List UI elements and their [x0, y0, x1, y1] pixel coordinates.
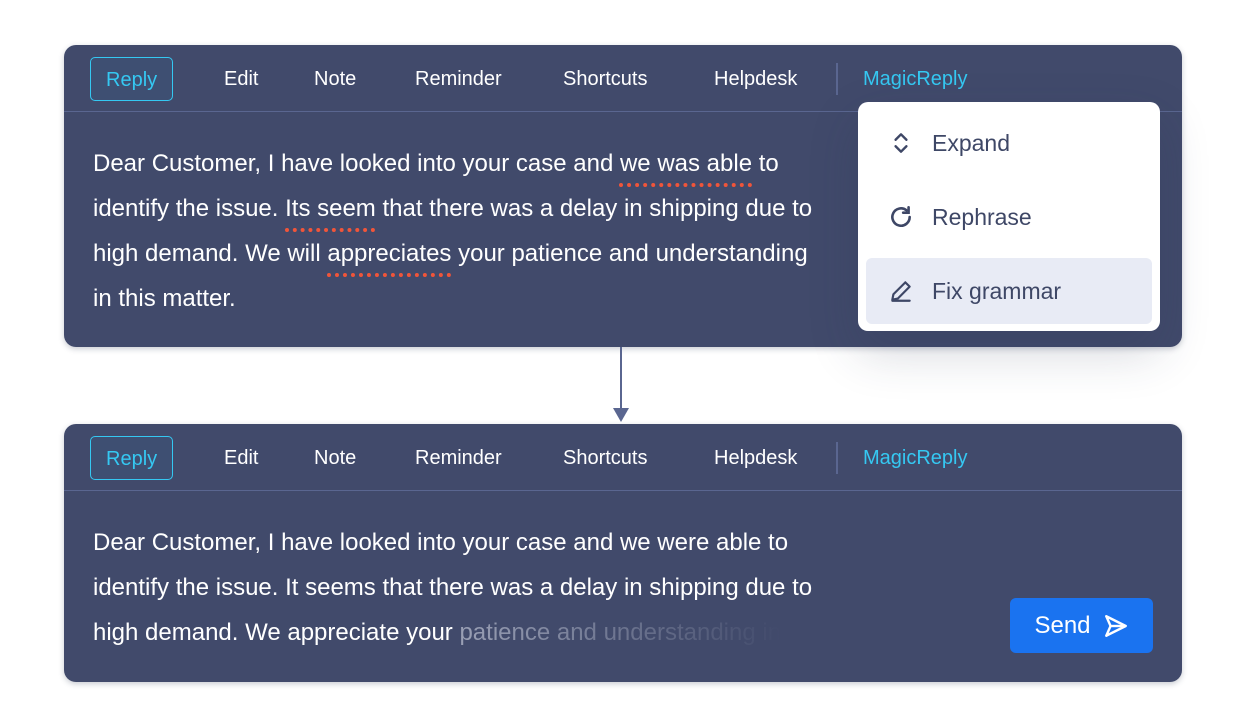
- text: your patience and understanding: [451, 240, 808, 267]
- tab-helpdesk[interactable]: Helpdesk: [714, 436, 797, 480]
- toolbar: Reply Edit Note Reminder Shortcuts Helpd…: [64, 424, 1182, 491]
- arrow-head-icon: [613, 408, 629, 422]
- reply-editor-after: Reply Edit Note Reminder Shortcuts Helpd…: [64, 424, 1182, 682]
- send-label: Send: [1034, 611, 1091, 639]
- flow-arrow: [620, 347, 622, 413]
- tab-reply[interactable]: Reply: [90, 436, 174, 480]
- text: to: [752, 150, 779, 177]
- tab-reply[interactable]: Reply: [90, 57, 174, 101]
- divider: [836, 442, 838, 474]
- grammar-error[interactable]: Its seem: [285, 195, 376, 222]
- text: identify the issue. It seems that there …: [93, 574, 813, 601]
- send-icon: [1104, 614, 1127, 637]
- pencil-icon: [891, 281, 911, 302]
- send-button[interactable]: Send: [1010, 598, 1153, 653]
- message-text[interactable]: Dear Customer, I have looked into your c…: [93, 520, 812, 655]
- tab-helpdesk[interactable]: Helpdesk: [714, 57, 797, 101]
- menu-item-rephrase[interactable]: Rephrase: [866, 184, 1152, 250]
- tab-edit[interactable]: Edit: [224, 436, 258, 480]
- expand-icon: [894, 133, 908, 153]
- tab-shortcuts[interactable]: Shortcuts: [563, 57, 647, 101]
- divider: [836, 63, 838, 95]
- tab-note[interactable]: Note: [314, 57, 356, 101]
- text: high demand. We appreciate your: [93, 619, 460, 646]
- menu-item-fix-grammar[interactable]: Fix grammar: [866, 258, 1152, 324]
- text: that there was a delay in shipping due t…: [375, 195, 813, 222]
- message-text[interactable]: Dear Customer, I have looked into your c…: [93, 141, 812, 321]
- menu-item-label: Rephrase: [932, 203, 1032, 230]
- menu-item-label: Expand: [932, 129, 1011, 156]
- text: identify the issue.: [93, 195, 286, 222]
- tab-magicreply[interactable]: MagicReply: [863, 57, 967, 101]
- menu-item-label: Fix grammar: [932, 277, 1062, 304]
- tab-reminder[interactable]: Reminder: [415, 436, 502, 480]
- tab-shortcuts[interactable]: Shortcuts: [563, 436, 647, 480]
- magicreply-menu: Expand Rephrase Fix grammar: [858, 102, 1160, 331]
- text: Dear Customer, I have looked into your c…: [93, 150, 620, 177]
- tab-edit[interactable]: Edit: [224, 57, 258, 101]
- grammar-error[interactable]: appreciates: [327, 240, 451, 267]
- text: Dear Customer, I have looked into your c…: [93, 529, 789, 556]
- refresh-icon: [891, 205, 911, 228]
- streaming-text: patience and understanding in: [459, 619, 782, 646]
- tab-reminder[interactable]: Reminder: [415, 57, 502, 101]
- menu-item-expand[interactable]: Expand: [866, 110, 1152, 176]
- text: in this matter.: [93, 285, 236, 312]
- text: high demand. We will: [93, 240, 328, 267]
- grammar-error[interactable]: we was able: [620, 150, 752, 177]
- tab-magicreply[interactable]: MagicReply: [863, 436, 967, 480]
- tab-note[interactable]: Note: [314, 436, 356, 480]
